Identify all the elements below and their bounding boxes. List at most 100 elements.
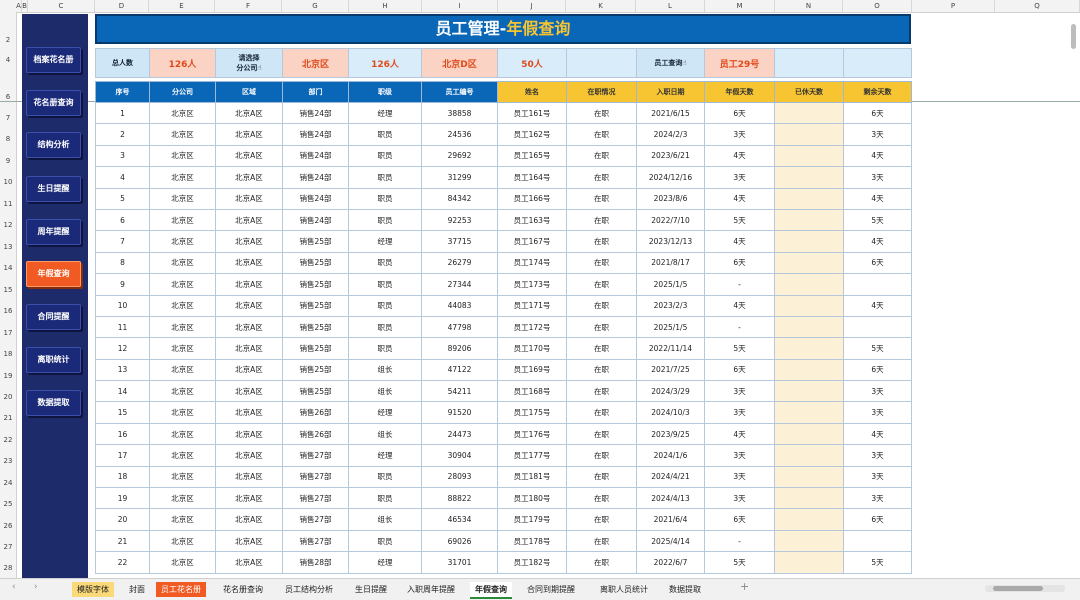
table-cell[interactable]: 6天 xyxy=(704,358,775,382)
row-number[interactable]: 24 xyxy=(0,479,16,487)
table-cell[interactable]: 北京区 xyxy=(149,208,216,232)
table-cell[interactable]: 21 xyxy=(95,529,150,553)
sheet-tab[interactable]: 员工结构分析 xyxy=(280,582,338,597)
table-cell[interactable] xyxy=(774,187,844,210)
district-select[interactable]: 北京D区 xyxy=(421,48,498,78)
table-cell[interactable]: 北京区 xyxy=(149,508,216,531)
table-cell[interactable]: 销售25部 xyxy=(282,273,349,296)
table-cell[interactable]: 37715 xyxy=(421,230,498,253)
column-letter[interactable]: N xyxy=(775,0,843,12)
sheet-tab[interactable]: 入职周年提醒 xyxy=(402,582,460,597)
table-cell[interactable]: 北京区 xyxy=(149,315,216,339)
table-cell[interactable]: 职员 xyxy=(348,208,422,232)
sidebar-button[interactable]: 离职统计 xyxy=(26,347,81,373)
table-cell[interactable]: 4 xyxy=(95,166,150,189)
row-number[interactable]: 8 xyxy=(0,135,16,143)
table-cell[interactable]: 20 xyxy=(95,508,150,531)
table-cell[interactable]: 2025/4/14 xyxy=(636,529,705,553)
table-cell[interactable]: 14 xyxy=(95,380,150,403)
table-cell[interactable]: 5天 xyxy=(843,551,912,574)
table-cell[interactable]: 职员 xyxy=(348,144,422,168)
table-cell[interactable]: 91520 xyxy=(421,401,498,424)
chevron-right-icon[interactable]: › xyxy=(34,582,38,592)
table-cell[interactable]: 4天 xyxy=(843,230,912,253)
table-cell[interactable]: 北京A区 xyxy=(215,101,283,125)
table-cell[interactable]: 2025/1/5 xyxy=(636,273,705,296)
table-cell[interactable]: 销售25部 xyxy=(282,315,349,339)
row-number[interactable]: 15 xyxy=(0,286,16,294)
table-cell[interactable]: 在职 xyxy=(566,208,637,232)
vertical-scrollbar[interactable] xyxy=(1071,24,1076,49)
table-cell[interactable]: 3天 xyxy=(704,401,775,424)
table-cell[interactable]: 4天 xyxy=(704,294,775,317)
table-cell[interactable]: 3天 xyxy=(843,380,912,403)
table-cell[interactable]: 3天 xyxy=(704,123,775,146)
column-letter[interactable]: L xyxy=(636,0,705,12)
column-letter[interactable]: J xyxy=(498,0,566,12)
plus-icon[interactable]: + xyxy=(740,580,749,593)
table-cell[interactable] xyxy=(774,230,844,253)
column-letter[interactable]: O xyxy=(843,0,912,12)
table-cell[interactable] xyxy=(774,251,844,275)
table-cell[interactable]: 北京A区 xyxy=(215,144,283,168)
table-cell[interactable]: 北京A区 xyxy=(215,401,283,424)
table-cell[interactable]: 2023/8/6 xyxy=(636,187,705,210)
table-cell[interactable]: 员工163号 xyxy=(497,208,567,232)
table-cell[interactable]: 在职 xyxy=(566,101,637,125)
table-cell[interactable]: 经理 xyxy=(348,401,422,424)
table-cell[interactable]: 职员 xyxy=(348,187,422,210)
table-cell[interactable]: 北京区 xyxy=(149,144,216,168)
column-letter[interactable]: E xyxy=(149,0,215,12)
table-cell[interactable]: 北京A区 xyxy=(215,358,283,382)
sheet-tab[interactable]: 花名册查询 xyxy=(218,582,268,597)
table-cell[interactable]: 职员 xyxy=(348,294,422,317)
table-cell[interactable] xyxy=(774,487,844,510)
table-cell[interactable]: 在职 xyxy=(566,551,637,574)
row-number[interactable]: 26 xyxy=(0,522,16,530)
table-cell[interactable]: 6 xyxy=(95,208,150,232)
table-cell[interactable]: 84342 xyxy=(421,187,498,210)
table-cell[interactable] xyxy=(774,123,844,146)
table-cell[interactable]: 销售25部 xyxy=(282,358,349,382)
table-cell[interactable]: 职员 xyxy=(348,487,422,510)
table-cell[interactable]: 北京A区 xyxy=(215,508,283,531)
sidebar-button[interactable]: 数据提取 xyxy=(26,390,81,416)
table-cell[interactable]: 销售25部 xyxy=(282,230,349,253)
table-cell[interactable]: 职员 xyxy=(348,251,422,275)
column-letter[interactable]: C xyxy=(28,0,95,12)
table-cell[interactable]: 员工176号 xyxy=(497,422,567,446)
table-cell[interactable]: 2022/6/7 xyxy=(636,551,705,574)
table-cell[interactable] xyxy=(774,401,844,424)
table-cell[interactable]: 6天 xyxy=(843,251,912,275)
table-cell[interactable]: 销售27部 xyxy=(282,465,349,489)
sidebar-button[interactable]: 生日提醒 xyxy=(26,176,81,202)
table-cell[interactable]: 5天 xyxy=(704,337,775,360)
sheet-tab[interactable]: 模版字体 xyxy=(72,582,114,597)
table-cell[interactable]: 2022/7/10 xyxy=(636,208,705,232)
table-cell[interactable]: 组长 xyxy=(348,380,422,403)
table-cell[interactable] xyxy=(774,358,844,382)
table-cell[interactable]: 员工169号 xyxy=(497,358,567,382)
row-number[interactable]: 20 xyxy=(0,393,16,401)
row-number[interactable]: 16 xyxy=(0,307,16,315)
table-cell[interactable]: 职员 xyxy=(348,273,422,296)
table-cell[interactable] xyxy=(774,144,844,168)
table-cell[interactable]: 在职 xyxy=(566,508,637,531)
row-number[interactable]: 2 xyxy=(0,36,16,44)
table-cell[interactable]: 北京A区 xyxy=(215,251,283,275)
table-cell[interactable]: - xyxy=(704,529,775,553)
table-cell[interactable]: 北京区 xyxy=(149,101,216,125)
table-cell[interactable] xyxy=(774,422,844,446)
table-cell[interactable]: 10 xyxy=(95,294,150,317)
table-cell[interactable]: 销售27部 xyxy=(282,487,349,510)
table-cell[interactable]: 8 xyxy=(95,251,150,275)
table-cell[interactable]: 在职 xyxy=(566,230,637,253)
table-cell[interactable]: 员工166号 xyxy=(497,187,567,210)
table-cell[interactable]: - xyxy=(704,315,775,339)
table-cell[interactable]: 经理 xyxy=(348,230,422,253)
table-cell[interactable] xyxy=(774,166,844,189)
table-cell[interactable]: 北京区 xyxy=(149,487,216,510)
table-cell[interactable]: 在职 xyxy=(566,166,637,189)
row-number[interactable]: 17 xyxy=(0,329,16,337)
table-cell[interactable]: 销售25部 xyxy=(282,294,349,317)
